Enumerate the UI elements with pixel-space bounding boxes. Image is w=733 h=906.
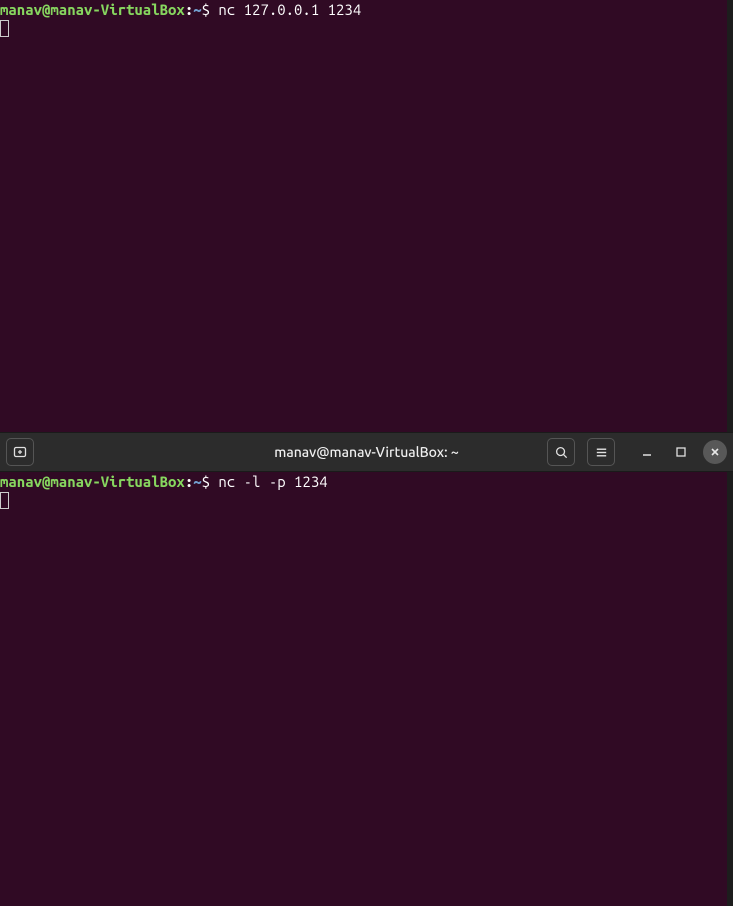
new-tab-button[interactable] <box>6 438 34 466</box>
maximize-button[interactable] <box>669 446 693 458</box>
close-button[interactable] <box>703 440 727 464</box>
prompt-line: manav@manav-VirtualBox:~$ nc 127.0.0.1 1… <box>0 0 727 19</box>
window-titlebar: manav@manav-VirtualBox: ~ <box>0 432 733 472</box>
prompt-separator: : <box>185 1 193 18</box>
terminal-pane-bottom[interactable]: manav@manav-VirtualBox:~$ nc -l -p 1234 <box>0 472 733 906</box>
maximize-icon <box>675 446 687 458</box>
prompt-separator: : <box>185 473 193 490</box>
prompt-path: ~ <box>193 1 201 18</box>
cursor-icon <box>0 20 9 37</box>
new-tab-icon <box>12 444 28 460</box>
titlebar-right-group <box>547 438 727 466</box>
prompt-user-host: manav@manav-VirtualBox <box>0 473 185 490</box>
prompt-line: manav@manav-VirtualBox:~$ nc -l -p 1234 <box>0 472 727 491</box>
search-icon <box>554 445 569 460</box>
cursor-line <box>0 491 727 509</box>
cursor-icon <box>0 492 9 509</box>
menu-button[interactable] <box>587 438 615 466</box>
command-text: nc 127.0.0.1 1234 <box>210 1 361 18</box>
titlebar-left-group <box>6 438 34 466</box>
prompt-symbol: $ <box>202 473 210 490</box>
prompt-user-host: manav@manav-VirtualBox <box>0 1 185 18</box>
terminal-pane-top[interactable]: manav@manav-VirtualBox:~$ nc 127.0.0.1 1… <box>0 0 733 432</box>
prompt-symbol: $ <box>202 1 210 18</box>
prompt-path: ~ <box>193 473 201 490</box>
cursor-line <box>0 19 727 37</box>
search-button[interactable] <box>547 438 575 466</box>
close-icon <box>709 446 721 458</box>
minimize-button[interactable] <box>635 445 659 459</box>
minimize-icon <box>640 445 654 459</box>
menu-icon <box>594 445 609 460</box>
command-text: nc -l -p 1234 <box>210 473 328 490</box>
